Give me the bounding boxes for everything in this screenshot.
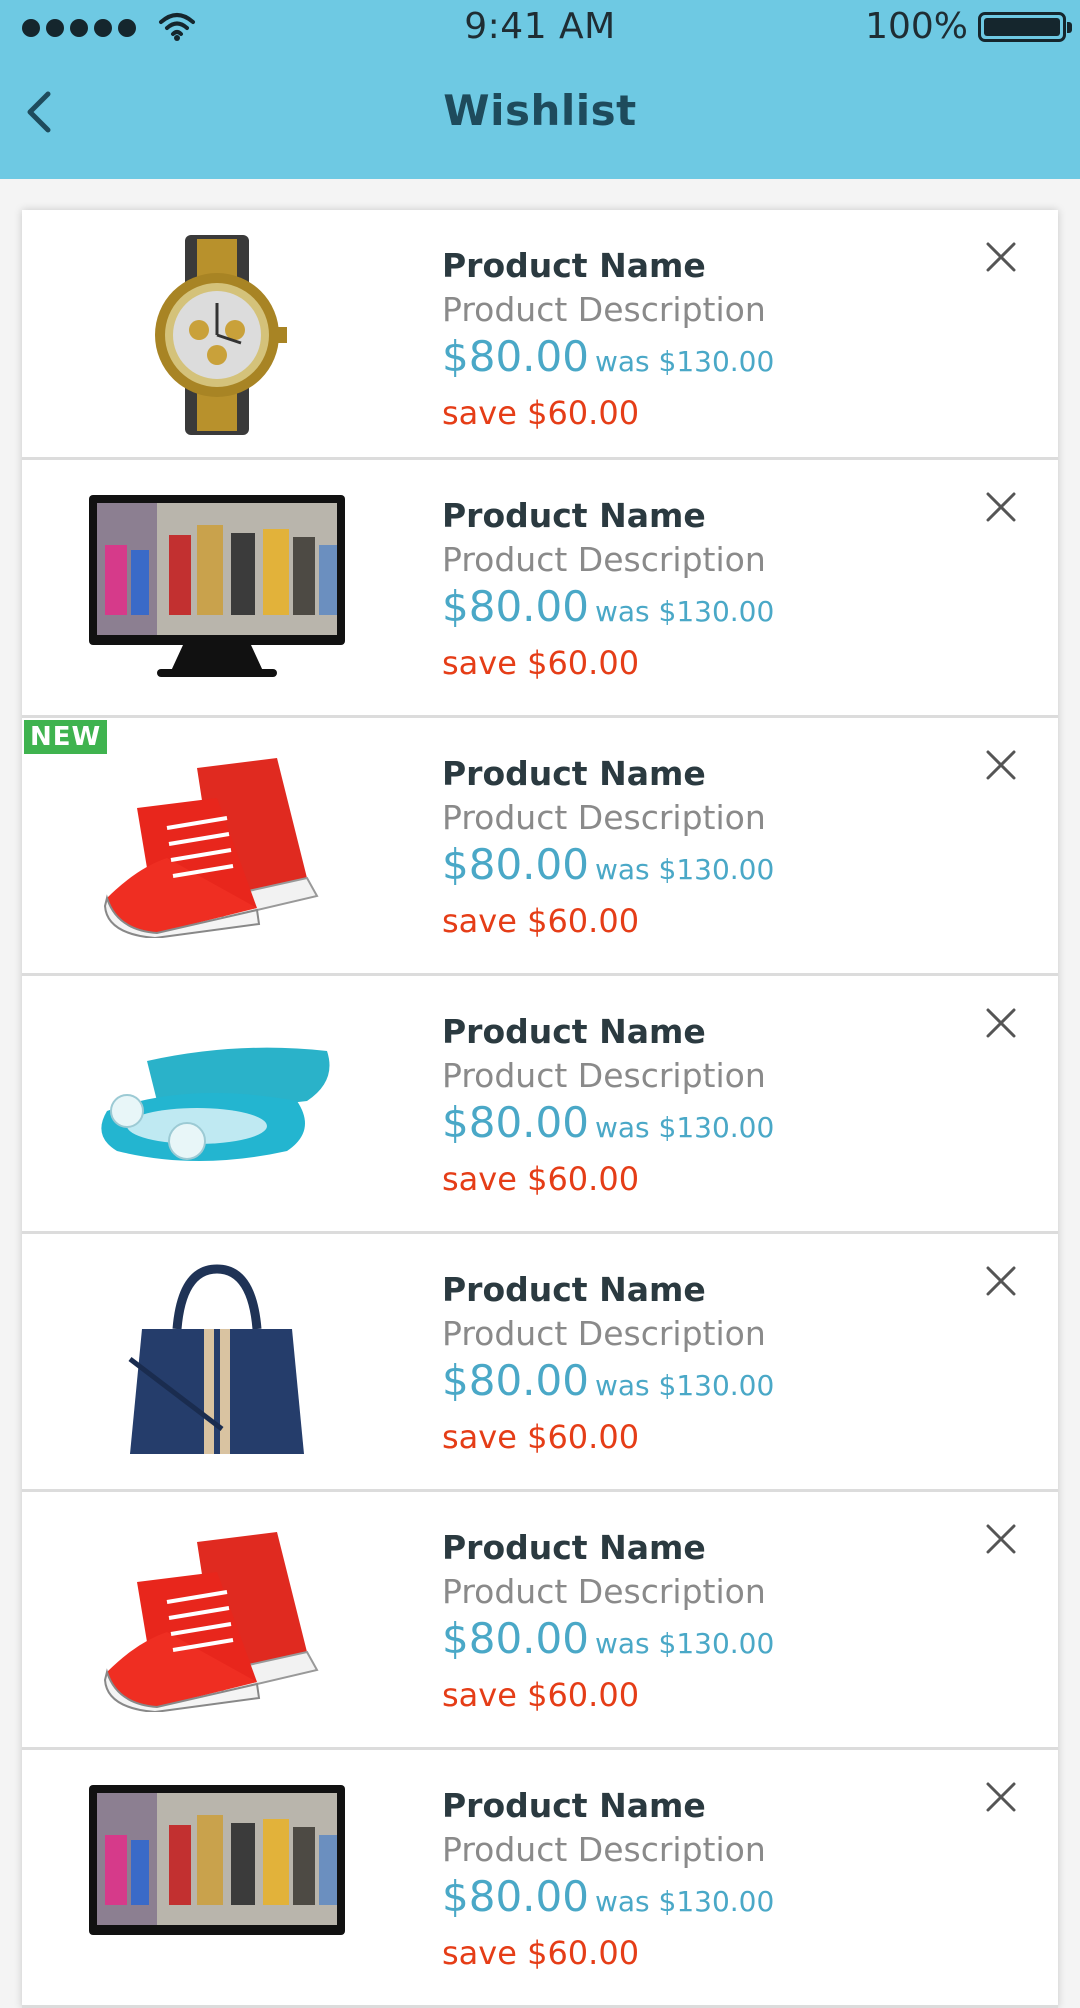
original-price: was $130.00	[594, 345, 775, 378]
remove-item-button[interactable]	[984, 1780, 1018, 1814]
wishlist-item[interactable]: NEW Product Name Product Description $80…	[22, 718, 1058, 976]
current-price: $80.00	[442, 1098, 589, 1147]
savings-amount: save $60.00	[442, 1160, 640, 1198]
wishlist-item[interactable]: Product Name Product Description $80.00 w…	[22, 1750, 1058, 2008]
original-price: was $130.00	[594, 1111, 775, 1144]
product-name: Product Name	[442, 496, 706, 535]
original-price: was $130.00	[594, 1627, 775, 1660]
handbag-image	[62, 1254, 372, 1464]
savings-amount: save $60.00	[442, 1676, 640, 1714]
red-sneakers-image	[62, 1512, 372, 1722]
blue-flats-image	[62, 996, 372, 1206]
product-description: Product Description	[442, 1572, 766, 1611]
remove-item-button[interactable]	[984, 240, 1018, 274]
product-name: Product Name	[442, 1270, 706, 1309]
current-price: $80.00	[442, 1356, 589, 1405]
savings-amount: save $60.00	[442, 1418, 640, 1456]
remove-item-button[interactable]	[984, 490, 1018, 524]
product-description: Product Description	[442, 290, 766, 329]
savings-amount: save $60.00	[442, 394, 640, 432]
monitor-image	[62, 480, 372, 690]
product-name: Product Name	[442, 754, 706, 793]
monitor-image	[62, 1770, 372, 1980]
wishlist-item[interactable]: Product Name Product Description $80.00 w…	[22, 976, 1058, 1234]
product-description: Product Description	[442, 540, 766, 579]
product-name: Product Name	[442, 246, 706, 285]
savings-amount: save $60.00	[442, 644, 640, 682]
red-sneakers-image	[62, 738, 372, 948]
battery-icon	[978, 12, 1072, 42]
item-info: Product Name Product Description $80.00 w…	[442, 1010, 962, 1201]
product-description: Product Description	[442, 798, 766, 837]
item-info: Product Name Product Description $80.00 w…	[442, 1784, 962, 1975]
watch-image	[62, 230, 372, 440]
navigation-bar: Wishlist	[0, 54, 1080, 179]
wishlist-item[interactable]: Product Name Product Description $80.00 w…	[22, 460, 1058, 718]
wishlist-item[interactable]: Product Name Product Description $80.00 w…	[22, 210, 1058, 460]
remove-item-button[interactable]	[984, 1522, 1018, 1556]
current-price: $80.00	[442, 1872, 589, 1921]
status-bar: 9:41 AM 100%	[0, 0, 1080, 54]
original-price: was $130.00	[594, 1369, 775, 1402]
item-info: Product Name Product Description $80.00 w…	[442, 752, 962, 943]
product-description: Product Description	[442, 1830, 766, 1869]
product-description: Product Description	[442, 1314, 766, 1353]
battery-percentage: 100%	[865, 6, 968, 47]
page-title: Wishlist	[443, 86, 637, 135]
remove-item-button[interactable]	[984, 748, 1018, 782]
item-info: Product Name Product Description $80.00 w…	[442, 1526, 962, 1717]
current-price: $80.00	[442, 840, 589, 889]
original-price: was $130.00	[594, 595, 775, 628]
current-price: $80.00	[442, 1614, 589, 1663]
remove-item-button[interactable]	[984, 1006, 1018, 1040]
product-description: Product Description	[442, 1056, 766, 1095]
current-price: $80.00	[442, 582, 589, 631]
wishlist-item[interactable]: Product Name Product Description $80.00 w…	[22, 1234, 1058, 1492]
item-info: Product Name Product Description $80.00 w…	[442, 494, 962, 685]
item-info: Product Name Product Description $80.00 w…	[442, 244, 962, 435]
original-price: was $130.00	[594, 853, 775, 886]
savings-amount: save $60.00	[442, 902, 640, 940]
remove-item-button[interactable]	[984, 1264, 1018, 1298]
wishlist-item[interactable]: Product Name Product Description $80.00 w…	[22, 1492, 1058, 1750]
product-name: Product Name	[442, 1786, 706, 1825]
current-price: $80.00	[442, 332, 589, 381]
original-price: was $130.00	[594, 1885, 775, 1918]
product-name: Product Name	[442, 1012, 706, 1051]
item-info: Product Name Product Description $80.00 w…	[442, 1268, 962, 1459]
wishlist: Product Name Product Description $80.00 w…	[22, 210, 1058, 2008]
savings-amount: save $60.00	[442, 1934, 640, 1972]
product-name: Product Name	[442, 1528, 706, 1567]
